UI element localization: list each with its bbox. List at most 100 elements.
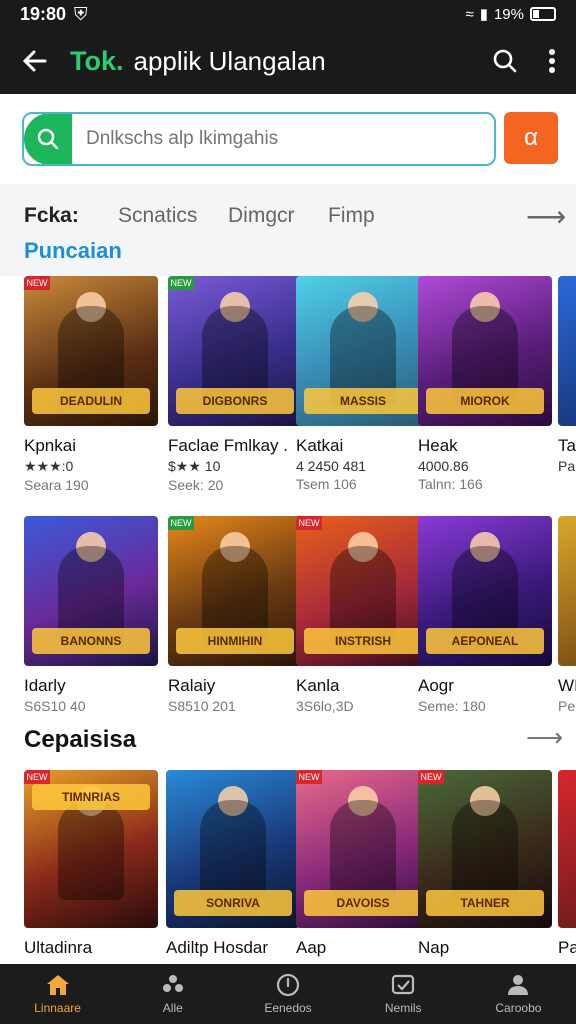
game-thumbnail: MIOROK bbox=[418, 276, 552, 426]
new-badge: NEW bbox=[296, 516, 322, 530]
game-title: Heak bbox=[418, 436, 458, 455]
inbox-icon bbox=[392, 974, 415, 995]
game-rating: Pa bbox=[558, 458, 576, 474]
apps-icon bbox=[162, 975, 183, 992]
game-logo: DAVOISS bbox=[304, 890, 422, 916]
nav-label: Alle bbox=[162, 1001, 183, 1015]
clock-icon bbox=[276, 973, 300, 997]
game-logo: SONRIVA bbox=[174, 890, 292, 916]
search-icon bbox=[37, 128, 59, 150]
game-logo: TIMNRIAS bbox=[32, 784, 150, 810]
status-bar: 19:80 ⛨ ≈ ▮ 19% bbox=[0, 0, 576, 28]
game-row-3: NEW TIMNRIAS Ultadinra SONRIVA Adiltp Ho… bbox=[0, 770, 576, 964]
game-meta: S6S10 40 bbox=[24, 698, 86, 714]
tab-3[interactable]: Dimgcr bbox=[228, 204, 295, 228]
shield-icon: ⛨ bbox=[74, 3, 88, 24]
game-title: Aogr bbox=[418, 676, 454, 695]
nav-item-profile[interactable]: Caroobo bbox=[461, 964, 576, 1024]
game-title: Ta bbox=[558, 436, 576, 455]
tab-2[interactable]: Scnatics bbox=[118, 204, 197, 228]
game-card[interactable]: NEW DIGBONRS Faclae Fmlkay . $★★ 10 Seek… bbox=[168, 276, 304, 493]
search-button[interactable] bbox=[24, 114, 72, 164]
bottom-navigation: Linnaare Alle Eenedos Nemils Caroobo bbox=[0, 964, 576, 1024]
search-input[interactable] bbox=[72, 128, 472, 150]
game-thumbnail: NEW INSTRISH bbox=[296, 516, 430, 666]
game-card-partial[interactable]: WI Pe bbox=[558, 516, 576, 714]
search-row: α bbox=[0, 94, 576, 184]
app-bar-actions bbox=[492, 48, 576, 74]
filter-button[interactable]: α bbox=[504, 112, 558, 164]
back-arrow-icon bbox=[22, 50, 47, 72]
battery-text: 19% bbox=[493, 5, 524, 23]
search-box bbox=[22, 112, 496, 166]
app-bar: Tok. applik Ulangalan bbox=[0, 28, 576, 94]
game-card[interactable]: NEW HINMIHIN Ralaiy S8510 201 bbox=[168, 516, 304, 714]
arrow-right-icon[interactable]: ⟶ bbox=[526, 200, 566, 233]
game-logo: AEPONEAL bbox=[426, 628, 544, 654]
back-button[interactable] bbox=[0, 47, 70, 75]
game-thumbnail: SONRIVA bbox=[166, 770, 300, 928]
game-title: Kanla bbox=[296, 676, 340, 695]
game-rating: ★★★:0 bbox=[24, 458, 74, 474]
game-rating: $★★ 10 bbox=[168, 458, 221, 474]
game-card[interactable]: AEPONEAL Aogr Seme: 180 bbox=[418, 516, 554, 714]
category-tabs: Fcka: Scnatics Dimgcr Fimp Puncaian ⟶ bbox=[0, 184, 576, 276]
game-row-2: BANONNS Idarly S6S10 40 NEW HINMIHIN Ral… bbox=[0, 516, 576, 716]
game-card[interactable]: NEW DEADULIN Kpnkai ★★★:0 Seara 190 bbox=[24, 276, 160, 493]
brand-logo: Tok. bbox=[70, 45, 124, 76]
nav-label: Linnaare bbox=[34, 1001, 81, 1015]
game-card-partial[interactable]: Ta Pa bbox=[558, 276, 576, 474]
section-title: Cepaisisa bbox=[24, 726, 137, 753]
new-badge: NEW bbox=[418, 770, 444, 784]
nav-label: Nemils bbox=[384, 1001, 422, 1015]
game-meta: Seme: 180 bbox=[418, 698, 486, 714]
game-row-1: NEW DEADULIN Kpnkai ★★★:0 Seara 190 NEW … bbox=[0, 276, 576, 496]
game-rating: 4000.86 bbox=[418, 458, 469, 474]
hero-figure bbox=[58, 800, 124, 900]
game-logo: BANONNS bbox=[32, 628, 150, 654]
game-logo: DEADULIN bbox=[32, 388, 150, 414]
game-meta: Seek: 20 bbox=[168, 477, 224, 493]
game-card[interactable]: MIOROK Heak 4000.86 Talnn: 166 bbox=[418, 276, 554, 492]
game-title: Adiltp Hosdar bbox=[166, 938, 269, 957]
game-card[interactable]: NEW TIMNRIAS Ultadinra bbox=[24, 770, 160, 958]
game-card[interactable]: NEW DAVOISS Aap bbox=[296, 770, 432, 958]
nav-item-apps[interactable]: Alle bbox=[115, 964, 230, 1024]
new-badge: NEW bbox=[24, 276, 50, 290]
game-title: Katkai bbox=[296, 436, 344, 455]
game-card[interactable]: SONRIVA Adiltp Hosdar bbox=[166, 770, 302, 958]
hero-figure bbox=[200, 800, 266, 900]
game-thumbnail: NEW HINMIHIN bbox=[168, 516, 302, 666]
game-title: Ralaiy bbox=[168, 676, 216, 695]
arrow-right-icon[interactable]: ⟶ bbox=[526, 722, 563, 753]
game-title: WI bbox=[558, 676, 576, 695]
game-card[interactable]: NEW TAHNER Nap bbox=[418, 770, 554, 958]
nav-item-updates[interactable]: Eenedos bbox=[230, 964, 345, 1024]
nav-item-messages[interactable]: Nemils bbox=[346, 964, 461, 1024]
search-icon[interactable] bbox=[492, 48, 518, 74]
nav-item-home[interactable]: Linnaare bbox=[0, 964, 115, 1024]
new-badge: NEW bbox=[168, 516, 194, 530]
game-logo: MIOROK bbox=[426, 388, 544, 414]
tab-subtitle[interactable]: Puncaian bbox=[24, 238, 122, 264]
game-card[interactable]: NEW INSTRISH Kanla 3S6lo,3D bbox=[296, 516, 432, 714]
game-meta: Seara 190 bbox=[24, 477, 89, 493]
game-card[interactable]: MASSIS Katkai 4 2450 481 Tsem 106 bbox=[296, 276, 432, 492]
title-text: applik Ulangalan bbox=[133, 45, 326, 76]
game-logo: TAHNER bbox=[426, 890, 544, 916]
new-badge: NEW bbox=[168, 276, 194, 290]
game-thumbnail: MASSIS bbox=[296, 276, 430, 426]
game-meta: Tsem 106 bbox=[296, 476, 357, 492]
game-thumbnail: NEW TAHNER bbox=[418, 770, 552, 928]
game-card[interactable]: BANONNS Idarly S6S10 40 bbox=[24, 516, 160, 714]
tab-4[interactable]: Fimp bbox=[328, 204, 375, 228]
tab-1[interactable]: Fcka: bbox=[24, 204, 79, 228]
game-thumbnail: BANONNS bbox=[24, 516, 158, 666]
wifi-icon: ≈ bbox=[465, 5, 474, 23]
more-vertical-icon[interactable] bbox=[548, 48, 556, 74]
game-card-partial[interactable]: Pa bbox=[558, 770, 576, 958]
profile-icon bbox=[508, 975, 529, 995]
game-meta: Talnn: 166 bbox=[418, 476, 483, 492]
game-rating: 4 2450 481 bbox=[296, 458, 367, 474]
page-title: Tok. applik Ulangalan bbox=[70, 46, 326, 77]
